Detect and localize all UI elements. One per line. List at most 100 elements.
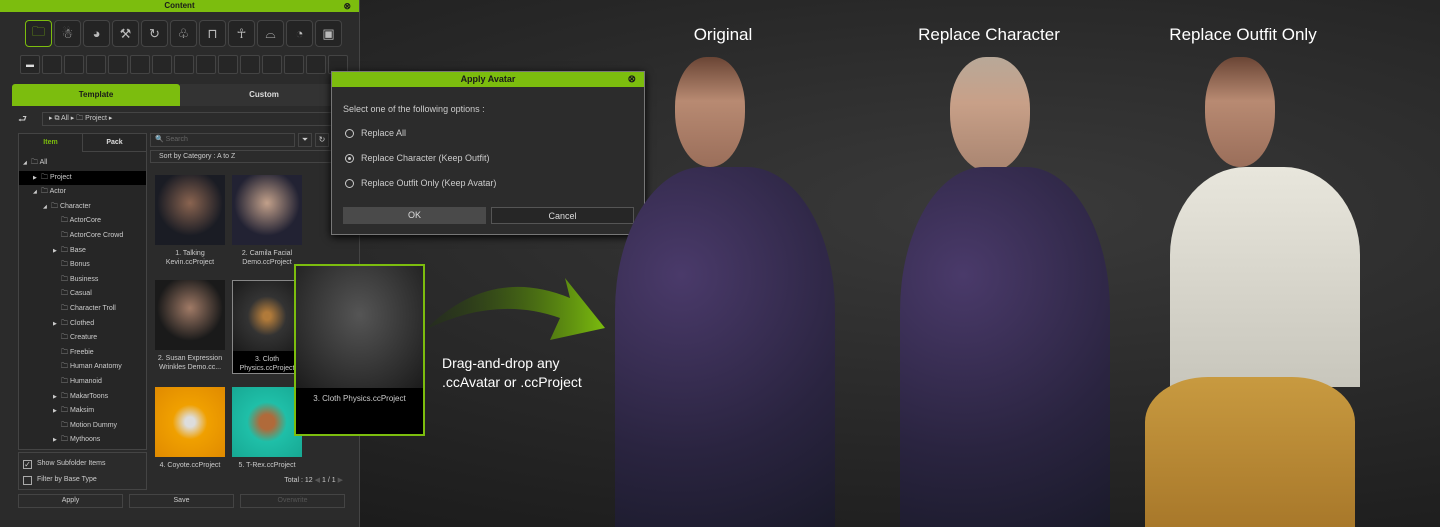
tree-node[interactable]: ◢ 🗀 Actor <box>19 185 146 200</box>
thumbnail-item[interactable]: 4. Coyote.ccProject <box>155 387 225 470</box>
material-icon[interactable]: ▣ <box>315 20 342 47</box>
tab-pack[interactable]: Pack <box>83 134 146 152</box>
tree-node[interactable]: ◢ 🗀 Character <box>19 200 146 215</box>
ok-button[interactable]: OK <box>343 207 486 224</box>
sort-dropdown[interactable]: Sort by Category : A to Z <box>150 150 345 163</box>
checkbox-unchecked[interactable] <box>23 475 32 485</box>
sub-toolbar: ▬ <box>20 55 348 74</box>
next-page-icon[interactable]: ▶ <box>338 477 343 484</box>
tree-node[interactable]: 🗀 Casual <box>19 287 146 302</box>
radio-button-selected[interactable] <box>345 153 354 163</box>
expand-arrow-icon[interactable]: ▶ <box>53 433 61 448</box>
expand-arrow-icon[interactable]: ▶ <box>53 317 61 332</box>
tree-node[interactable]: 🗀 Character Troll <box>19 302 146 317</box>
checkbox-checked[interactable]: ✓ <box>23 459 32 469</box>
overwrite-button[interactable]: Overwrite <box>240 494 345 508</box>
pose-icon[interactable]: ☥ <box>228 20 255 47</box>
expand-arrow-icon[interactable]: ▶ <box>33 171 41 186</box>
close-icon[interactable]: ⊗ <box>343 0 351 12</box>
refresh-icon[interactable]: ↻ <box>315 133 329 147</box>
thumb-caption: 4. Coyote.ccProject <box>159 462 221 469</box>
filter-base-type-checkbox[interactable]: Filter by Base Type <box>23 472 142 488</box>
tree-node[interactable]: ▶ 🗀 Project <box>19 170 146 186</box>
tree-node[interactable]: 🗀 Bonus <box>19 258 146 273</box>
radio-button[interactable] <box>345 178 354 188</box>
tree-node[interactable]: 🗀 Creature <box>19 331 146 346</box>
folder-icon: 🗀 <box>61 304 70 312</box>
folder-icon: 🗀 <box>61 231 70 239</box>
breadcrumb-project[interactable]: Project <box>85 115 107 122</box>
folder-icon: 🗀 <box>61 275 70 283</box>
expand-arrow-icon[interactable]: ▶ <box>53 244 61 259</box>
expand-arrow-icon[interactable]: ◢ <box>23 156 31 171</box>
breadcrumb-all[interactable]: All <box>61 115 69 122</box>
tab-template[interactable]: Template <box>12 84 180 106</box>
expand-arrow-icon[interactable]: ▶ <box>53 404 61 419</box>
scene-icon[interactable]: ◔ <box>286 20 313 47</box>
filter-icon[interactable]: ⏷ <box>298 133 312 147</box>
folder-icon: 🗀 <box>31 159 40 166</box>
tab-item[interactable]: Item <box>19 134 83 152</box>
empty-slot <box>284 55 304 74</box>
expand-arrow-icon[interactable]: ▶ <box>53 390 61 405</box>
tree-node[interactable]: 🗀 ActorCore <box>19 214 146 229</box>
tree-node[interactable]: 🗀 Humanoid <box>19 375 146 390</box>
empty-slot <box>152 55 172 74</box>
drag-preview[interactable]: 3. Cloth Physics.ccProject <box>294 264 425 436</box>
thumb-caption: 3. Cloth <box>254 356 280 363</box>
actor-icon[interactable]: ☃ <box>54 20 81 47</box>
tree-node[interactable]: 🗀 ActorCore Crowd <box>19 229 146 244</box>
tools-icon[interactable]: ⚒ <box>112 20 139 47</box>
tree-node[interactable]: ▶ 🗀 Maksim <box>19 404 146 419</box>
radio-replace-outfit[interactable]: Replace Outfit Only (Keep Avatar) <box>345 177 644 189</box>
tree-node[interactable]: 🗀 Business <box>19 273 146 288</box>
tree-node-label: Business <box>69 275 99 283</box>
tree-node[interactable]: 🗀 Motion Dummy <box>19 419 146 434</box>
thumbnail-item[interactable]: 5. T-Rex.ccProject <box>232 387 302 470</box>
thumbnail-item[interactable]: 1. Talking Kevin.ccProject <box>155 175 225 267</box>
radio-replace-character[interactable]: Replace Character (Keep Outfit) <box>345 152 644 164</box>
thumb-caption: 1. Talking <box>175 250 205 257</box>
apply-button[interactable]: Apply <box>18 494 123 508</box>
tree-node[interactable]: ▶ 🗀 Clothed <box>19 317 146 332</box>
expand-arrow-icon[interactable]: ◢ <box>43 200 51 215</box>
cloth-icon[interactable]: ♧ <box>170 20 197 47</box>
morph-icon[interactable]: ◕ <box>83 20 110 47</box>
save-button[interactable]: Save <box>129 494 234 508</box>
show-subfolder-checkbox[interactable]: ✓ Show Subfolder Items <box>23 456 142 472</box>
radio-button[interactable] <box>345 128 354 138</box>
tab-custom[interactable]: Custom <box>180 84 348 106</box>
accessory-icon[interactable]: ⊓ <box>199 20 226 47</box>
radio-replace-all[interactable]: Replace All <box>345 127 644 139</box>
filter-options: ✓ Show Subfolder Items Filter by Base Typ… <box>18 452 147 490</box>
expand-arrow-icon[interactable]: ◢ <box>33 185 41 200</box>
drag-text-line: .ccAvatar or .ccProject <box>442 374 582 390</box>
empty-slot <box>196 55 216 74</box>
tree-node[interactable]: 🗀 Human Anatomy <box>19 360 146 375</box>
folder-icon[interactable]: ▬ <box>20 55 40 74</box>
motion-icon[interactable]: ↻ <box>141 20 168 47</box>
panel-titlebar: Content ⊗ <box>0 0 359 12</box>
breadcrumb: ▸ ⧉ All ▸ 🗀 Project ▸ <box>42 112 342 126</box>
tree-node[interactable]: ▶ 🗀 Mythoons <box>19 433 146 448</box>
tree-node-label: All <box>39 159 48 166</box>
prev-page-icon[interactable]: ◀ <box>315 477 320 484</box>
tree-node[interactable]: ▶ 🗀 MakarToons <box>19 390 146 405</box>
search-input[interactable]: 🔍 Search <box>150 133 295 147</box>
back-icon[interactable]: ⮐ <box>18 112 27 129</box>
stage-icon[interactable]: ⌓ <box>257 20 284 47</box>
tree-node[interactable]: ▶ 🗀 Base <box>19 244 146 259</box>
tree-node-label: Humanoid <box>69 377 102 385</box>
folder-icon: 🗀 <box>61 363 70 371</box>
tree-node[interactable]: ◢ 🗀 All <box>19 156 146 171</box>
empty-slot <box>42 55 62 74</box>
tree-node-label: Bonus <box>69 261 90 269</box>
thumbnail-item[interactable]: 2. Susan Expression Wrinkles Demo.cc... <box>155 280 225 372</box>
thumb-caption: 5. T-Rex.ccProject <box>238 462 296 469</box>
folder-icon[interactable]: 🗀 <box>25 20 52 47</box>
tree-node[interactable]: 🗀 Freebie <box>19 346 146 361</box>
dialog-prompt: Select one of the following options : <box>343 104 485 114</box>
character-outfit-replaced <box>1130 57 1370 527</box>
thumbnail-item[interactable]: 2. Camila Facial Demo.ccProject <box>232 175 302 267</box>
thumbnail-item-selected[interactable]: 3. Cloth Physics.ccProject <box>232 280 302 374</box>
